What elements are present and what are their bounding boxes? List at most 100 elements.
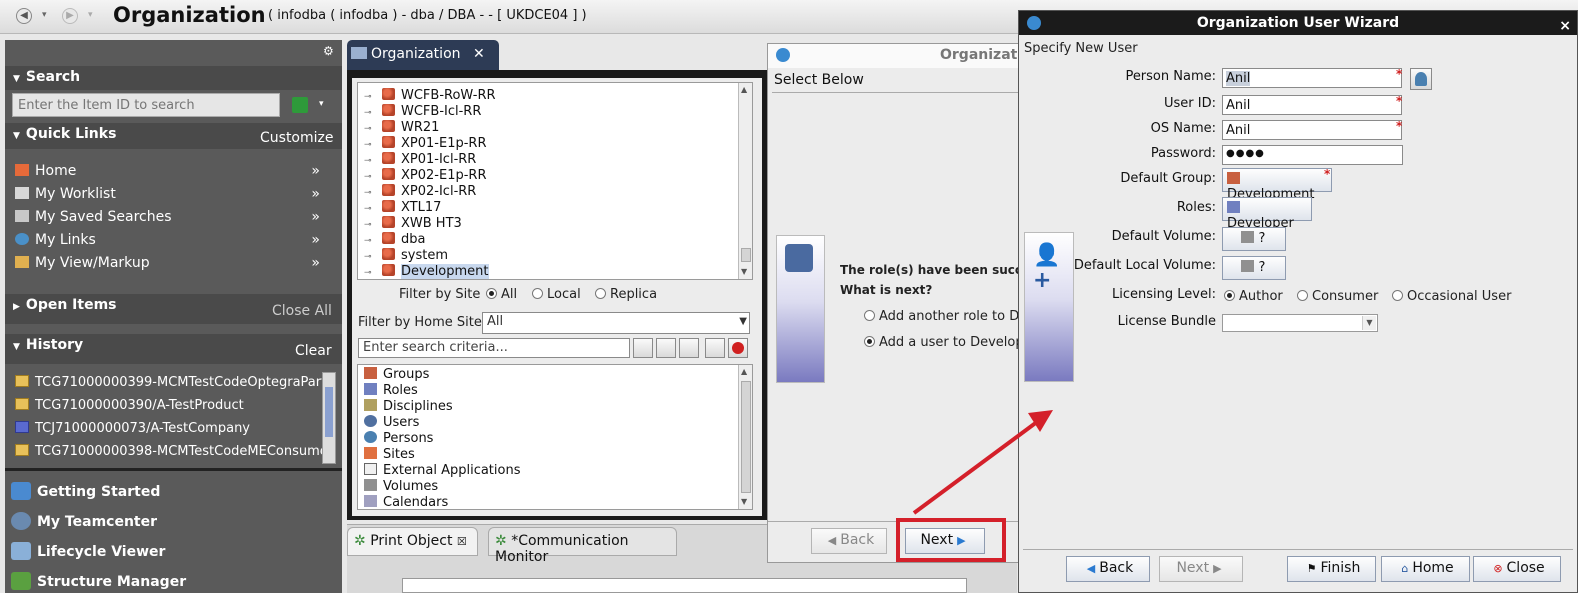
option-add-another-role[interactable]: Add another role to De — [864, 309, 1027, 324]
close-icon[interactable]: × — [1559, 14, 1571, 38]
clear-history-button[interactable]: Clear — [295, 343, 332, 359]
chevron-down-icon[interactable]: ▼ — [1362, 316, 1376, 330]
organization-tree[interactable]: ⊸ WCFB-RoW-RR ⊸ WCFB-Icl-RR ⊸ WR21 ⊸ XP01-E1… — [357, 82, 753, 280]
expand-icon[interactable]: ⊸ — [364, 220, 374, 230]
default-volume-button[interactable]: ? — [1222, 227, 1286, 251]
tab-print-object[interactable]: ✲ Print Object ☒ — [347, 527, 478, 556]
tree-node[interactable]: ⊸ XP01-Icl-RR — [364, 152, 476, 167]
user-id-input[interactable]: Anil — [1222, 95, 1402, 115]
quick-link-my-worklist[interactable]: My Worklist — [15, 186, 116, 202]
search-options-dropdown-icon[interactable]: ▾ — [319, 99, 324, 109]
refresh-icon[interactable] — [705, 338, 725, 358]
stop-icon[interactable] — [728, 338, 748, 358]
tree-node[interactable]: ⊸ XP01-E1p-RR — [364, 136, 486, 151]
category-disciplines[interactable]: Disciplines — [364, 399, 453, 414]
search-groups-icon[interactable] — [633, 338, 653, 358]
search-users-icon[interactable] — [679, 338, 699, 358]
category-external-applications[interactable]: External Applications — [364, 463, 520, 478]
category-sites[interactable]: Sites — [364, 447, 415, 462]
quick-link-my-view-markup[interactable]: My View/Markup — [15, 255, 150, 271]
expand-icon[interactable]: ⊸ — [364, 188, 374, 198]
category-roles[interactable]: Roles — [364, 383, 418, 398]
category-list[interactable]: Groups Roles Disciplines Users Persons S… — [357, 364, 753, 510]
category-users[interactable]: Users — [364, 415, 419, 430]
back-button[interactable]: ◀ Back — [811, 528, 887, 554]
app-my-teamcenter[interactable]: My Teamcenter — [11, 512, 157, 530]
search-roles-icon[interactable] — [656, 338, 676, 358]
roles-button[interactable]: Developer — [1222, 197, 1312, 231]
default-local-volume-button[interactable]: ? — [1222, 256, 1286, 280]
bottom-input-field[interactable] — [402, 578, 967, 593]
site-filter-all[interactable]: All — [486, 287, 517, 302]
category-volumes[interactable]: Volumes — [364, 479, 438, 494]
history-scrollbar[interactable] — [322, 372, 336, 464]
tree-node[interactable]: ⊸ system — [364, 248, 448, 263]
history-header[interactable]: ▼ History — [5, 334, 342, 364]
expand-icon[interactable]: ⊸ — [364, 204, 374, 214]
licensing-occasional-user-radio[interactable]: Occasional User — [1392, 289, 1511, 304]
finish-button[interactable]: ⚑ Finish — [1287, 556, 1376, 582]
tree-node[interactable]: ⊸ XP02-E1p-RR — [364, 168, 486, 183]
licensing-consumer-radio[interactable]: Consumer — [1297, 289, 1378, 304]
category-groups[interactable]: Groups — [364, 367, 429, 382]
expand-chevron-icon[interactable]: » — [311, 232, 320, 248]
expand-chevron-icon[interactable]: » — [311, 255, 320, 271]
close-button[interactable]: ⊗ Close — [1473, 556, 1561, 582]
license-bundle-select[interactable]: ▼ — [1222, 314, 1378, 332]
history-item[interactable]: TCG71000000399-MCMTestCodeOptegraPart — [15, 375, 325, 390]
tab-organization[interactable]: Organization ✕ — [347, 40, 499, 70]
close-tab-icon[interactable]: ☒ — [457, 535, 467, 548]
select-person-icon[interactable] — [1410, 68, 1432, 90]
expand-icon[interactable]: ⊸ — [364, 252, 374, 262]
close-all-button[interactable]: Close All — [272, 303, 332, 319]
close-tab-icon[interactable]: ✕ — [473, 46, 485, 62]
expand-icon[interactable]: ⊸ — [364, 268, 374, 278]
option-add-user[interactable]: Add a user to Develop — [864, 335, 1024, 350]
scroll-down-icon[interactable]: ▼ — [741, 267, 747, 276]
tree-scrollbar[interactable]: ▲ ▼ — [738, 83, 752, 279]
radio-icon[interactable] — [1297, 290, 1308, 301]
item-id-search-input[interactable] — [12, 93, 280, 117]
scroll-up-icon[interactable]: ▲ — [741, 367, 747, 376]
radio-icon[interactable] — [595, 288, 606, 299]
quick-link-my-links[interactable]: My Links — [15, 232, 96, 248]
forward-icon[interactable]: ▶ — [62, 8, 78, 24]
radio-icon[interactable] — [532, 288, 543, 299]
category-persons[interactable]: Persons — [364, 431, 433, 446]
expand-icon[interactable]: ⊸ — [364, 108, 374, 118]
customize-button[interactable]: Customize — [260, 130, 334, 146]
back-button[interactable]: ◀ Back — [1066, 556, 1150, 582]
expand-icon[interactable]: ⊸ — [364, 156, 374, 166]
category-scrollbar[interactable]: ▲ ▼ — [738, 365, 752, 509]
tree-node[interactable]: ⊸ WCFB-Icl-RR — [364, 104, 481, 119]
scrollbar-thumb[interactable] — [741, 381, 751, 493]
expand-chevron-icon[interactable]: » — [311, 186, 320, 202]
history-item[interactable]: TCJ71000000073/A-TestCompany — [15, 421, 325, 436]
radio-icon[interactable] — [1224, 290, 1235, 301]
password-input[interactable]: ●●●● — [1222, 145, 1403, 165]
app-lifecycle-viewer[interactable]: Lifecycle Viewer — [11, 542, 165, 560]
tree-node[interactable]: ⊸ dba — [364, 232, 425, 247]
site-filter-replica[interactable]: Replica — [595, 287, 657, 302]
licensing-author-radio[interactable]: Author — [1224, 289, 1283, 304]
category-calendars[interactable]: Calendars — [364, 495, 448, 509]
next-button[interactable]: Next ▶ — [1159, 556, 1243, 582]
back-icon[interactable]: ◀ — [16, 8, 32, 24]
expand-icon[interactable]: ⊸ — [364, 172, 374, 182]
radio-icon[interactable] — [486, 288, 497, 299]
home-button[interactable]: ⌂ Home — [1381, 556, 1470, 582]
chevron-down-icon[interactable]: ▼ — [739, 316, 747, 327]
expand-icon[interactable]: ⊸ — [364, 140, 374, 150]
default-group-button[interactable]: Development — [1222, 168, 1332, 202]
gear-icon[interactable]: ⚙ — [323, 44, 334, 58]
tree-node-selected[interactable]: ⊸ Development — [364, 264, 489, 279]
expand-icon[interactable]: ⊸ — [364, 124, 374, 134]
expand-icon[interactable]: ⊸ — [364, 92, 374, 102]
history-item[interactable]: TCG71000000390/A-TestProduct — [15, 398, 325, 413]
tree-node[interactable]: ⊸ XP02-Icl-RR — [364, 184, 476, 199]
tree-node[interactable]: ⊸ WR21 — [364, 120, 439, 135]
site-filter-local[interactable]: Local — [532, 287, 581, 302]
search-criteria-input[interactable]: Enter search criteria... — [358, 338, 630, 358]
back-dropdown-icon[interactable]: ▾ — [42, 10, 47, 20]
home-site-select[interactable]: All ▼ — [482, 312, 750, 334]
